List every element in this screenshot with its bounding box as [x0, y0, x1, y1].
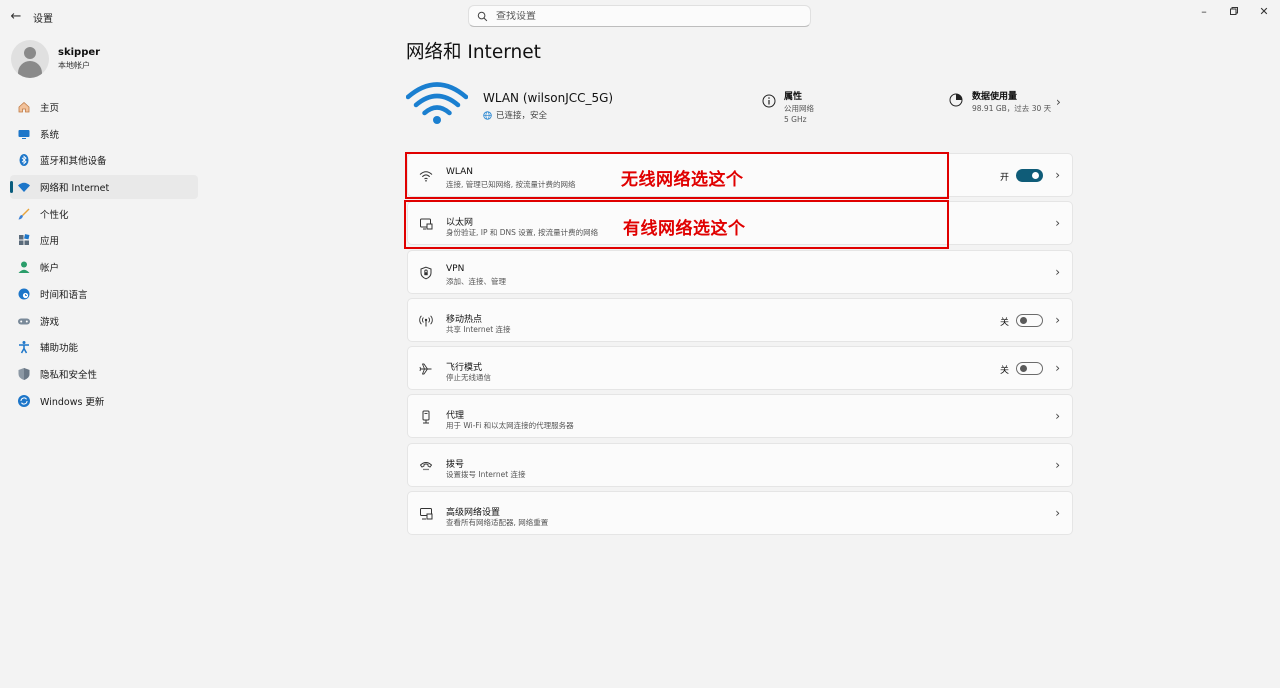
chevron-right-icon: ›	[1055, 168, 1060, 182]
airplane-toggle[interactable]	[1016, 362, 1043, 376]
profile-name: skipper	[58, 47, 101, 58]
chevron-right-icon: ›	[1055, 506, 1060, 521]
card-dialup[interactable]: 拨号 设置拨号 Internet 连接 ›	[407, 442, 1073, 487]
card-proxy[interactable]: 代理 用于 Wi-Fi 和以太网连接的代理服务器 ›	[407, 394, 1073, 439]
home-icon	[17, 100, 31, 114]
network-status: 已连接，安全	[483, 109, 547, 121]
chevron-right-icon: ›	[1055, 457, 1060, 472]
card-airplane-mode[interactable]: 飞行模式 停止无线通信 关 ›	[407, 346, 1073, 391]
proxy-icon	[419, 410, 433, 424]
card-vpn[interactable]: VPN 添加、连接、管理 ›	[407, 249, 1073, 294]
update-icon	[17, 394, 31, 408]
globe-clock-icon	[17, 287, 31, 301]
wifi-icon	[17, 180, 31, 194]
app-title: 设置	[33, 14, 53, 25]
close-icon[interactable]: ✕	[1248, 2, 1280, 20]
apps-icon	[17, 233, 31, 247]
wlan-hero: WLAN (wilsonJCC_5G) 已连接，安全 属性 公用网络 5 GHz…	[406, 80, 1074, 130]
wifi-large-icon	[406, 82, 468, 124]
data-usage-icon	[949, 93, 963, 107]
back-arrow-icon[interactable]: ←	[6, 6, 26, 26]
chevron-right-icon: ›	[1055, 409, 1060, 424]
sidebar-item-windows-update[interactable]: Windows 更新	[10, 389, 198, 413]
chevron-right-icon: ›	[1055, 312, 1060, 327]
profile-account-type: 本地帐户	[58, 61, 90, 70]
properties-link[interactable]: 属性 公用网络 5 GHz	[762, 89, 814, 124]
sidebar-nav: 主页 系统 蓝牙和其他设备 网络和 Internet 个性化 应用 帐户 时间和…	[10, 95, 198, 415]
sidebar-item-accounts[interactable]: 帐户	[10, 255, 198, 279]
avatar	[11, 40, 49, 78]
chevron-right-icon: ›	[1055, 264, 1060, 279]
network-name: WLAN (wilsonJCC_5G)	[483, 91, 614, 105]
sidebar-item-system[interactable]: 系统	[10, 122, 198, 146]
wired-annotation-text: 有线网络选这个	[623, 219, 746, 239]
globe-icon	[483, 110, 492, 120]
info-icon	[762, 94, 776, 108]
page-title: 网络和 Internet	[406, 42, 541, 63]
wlan-toggle[interactable]	[1016, 169, 1043, 182]
restore-icon[interactable]	[1218, 2, 1250, 20]
wireless-annotation-text: 无线网络选这个	[621, 170, 744, 190]
card-advanced-network[interactable]: 高级网络设置 查看所有网络适配器, 网络重置 ›	[407, 491, 1073, 536]
card-mobile-hotspot[interactable]: 移动热点 共享 Internet 连接 关 ›	[407, 297, 1073, 342]
chevron-right-icon: ›	[1055, 216, 1060, 231]
monitor-icon	[17, 127, 31, 141]
hotspot-toggle[interactable]	[1016, 313, 1043, 327]
account-icon	[17, 260, 31, 274]
chevron-right-icon: ›	[1055, 361, 1060, 376]
sidebar-item-home[interactable]: 主页	[10, 95, 198, 119]
minimize-icon[interactable]: –	[1188, 2, 1220, 20]
title-bar: ← 设置 – ✕	[0, 0, 1280, 32]
data-usage-link[interactable]: 数据使用量 98.91 GB，过去 30 天	[949, 89, 1051, 114]
sidebar-item-time-language[interactable]: 时间和语言	[10, 282, 198, 306]
dialup-icon	[419, 459, 433, 473]
hotspot-icon	[419, 314, 433, 328]
shield-icon	[17, 367, 31, 381]
vpn-shield-icon	[419, 266, 433, 280]
search-input[interactable]	[496, 10, 796, 22]
gamepad-icon	[17, 314, 31, 328]
sidebar-item-gaming[interactable]: 游戏	[10, 309, 198, 333]
accessibility-icon	[17, 340, 31, 354]
chevron-right-icon[interactable]: ›	[1056, 95, 1061, 109]
search-icon	[477, 11, 488, 21]
network-adapter-icon	[419, 507, 433, 521]
airplane-icon	[419, 362, 433, 376]
brush-icon	[17, 207, 31, 221]
sidebar-item-personalization[interactable]: 个性化	[10, 202, 198, 226]
search-box[interactable]	[468, 5, 811, 27]
sidebar-item-network[interactable]: 网络和 Internet	[10, 175, 198, 200]
sidebar-item-bluetooth[interactable]: 蓝牙和其他设备	[10, 148, 198, 172]
user-profile[interactable]: skipper 本地帐户	[11, 40, 100, 78]
bluetooth-icon	[17, 153, 31, 167]
sidebar-item-privacy[interactable]: 隐私和安全性	[10, 362, 198, 386]
sidebar-item-apps[interactable]: 应用	[10, 228, 198, 252]
sidebar-item-accessibility[interactable]: 辅助功能	[10, 335, 198, 359]
